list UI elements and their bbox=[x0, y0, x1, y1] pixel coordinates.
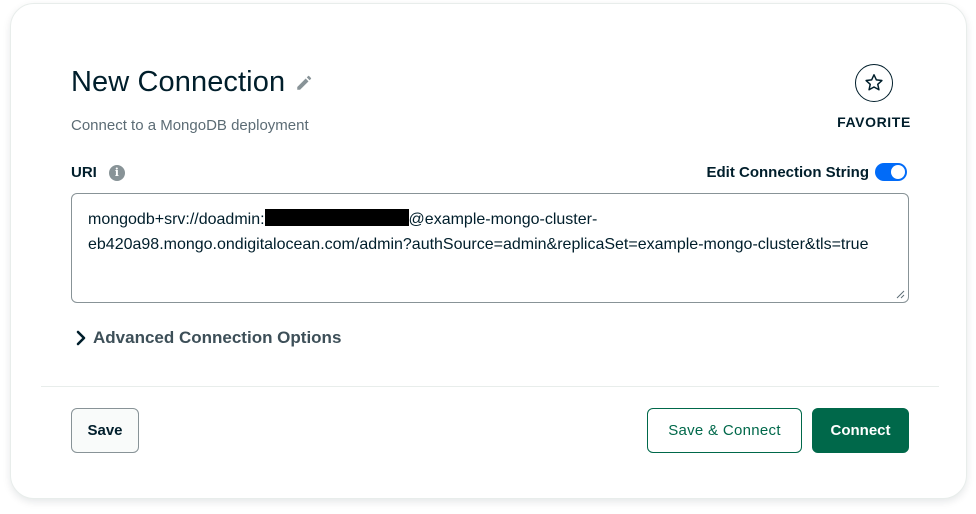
toggle-knob bbox=[891, 165, 905, 179]
uri-label-row: URI i bbox=[71, 164, 125, 181]
edit-connection-string-toggle-row: Edit Connection String bbox=[706, 163, 907, 181]
uri-value-prefix: mongodb+srv://doadmin: bbox=[88, 211, 265, 228]
favorite-button[interactable]: FAVORITE bbox=[827, 64, 921, 130]
connect-button[interactable]: Connect bbox=[812, 408, 909, 453]
save-button[interactable]: Save bbox=[71, 408, 139, 453]
title-row: New Connection bbox=[71, 66, 314, 99]
chevron-right-icon bbox=[76, 330, 86, 346]
advanced-connection-options-toggle[interactable]: Advanced Connection Options bbox=[75, 328, 341, 348]
pencil-icon[interactable] bbox=[294, 73, 314, 93]
resize-grip-icon[interactable] bbox=[896, 290, 905, 299]
page-title: New Connection bbox=[71, 66, 286, 98]
edit-connection-string-label: Edit Connection String bbox=[706, 163, 870, 181]
uri-input[interactable]: mongodb+srv://doadmin: @example-mongo-clu… bbox=[71, 193, 909, 303]
save-and-connect-button[interactable]: Save & Connect bbox=[647, 408, 802, 453]
uri-label: URI bbox=[71, 164, 97, 181]
new-connection-modal: New Connection Connect to a MongoDB depl… bbox=[10, 3, 967, 499]
info-icon[interactable]: i bbox=[108, 164, 125, 181]
page-subtitle: Connect to a MongoDB deployment bbox=[71, 117, 309, 134]
edit-connection-string-toggle[interactable] bbox=[875, 163, 907, 181]
star-icon[interactable] bbox=[855, 64, 893, 102]
footer-divider bbox=[41, 386, 939, 387]
redacted-password bbox=[264, 209, 409, 226]
favorite-label: FAVORITE bbox=[837, 114, 911, 130]
advanced-connection-options-label: Advanced Connection Options bbox=[93, 328, 342, 347]
